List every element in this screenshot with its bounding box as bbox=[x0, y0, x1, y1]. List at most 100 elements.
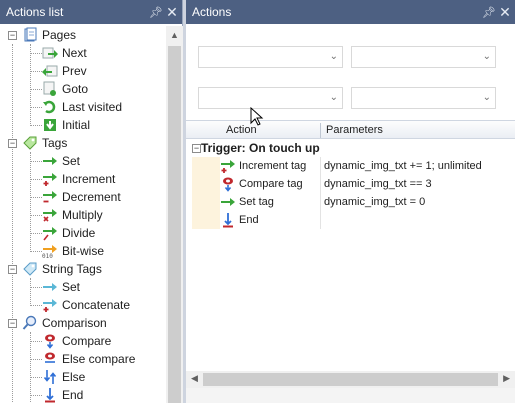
tree-item-label: End bbox=[62, 388, 84, 402]
goto-page-icon bbox=[42, 81, 58, 97]
scroll-up-icon[interactable]: ▲ bbox=[170, 30, 179, 40]
tree-item-concatenate[interactable]: Concatenate bbox=[42, 296, 130, 314]
tree-item-initial[interactable]: Initial bbox=[42, 116, 90, 134]
tree-item-next[interactable]: Next bbox=[42, 44, 87, 62]
tree-item-label: Initial bbox=[62, 118, 91, 132]
pin-icon[interactable]: 📌︎ bbox=[481, 6, 497, 19]
tree-item-string-set[interactable]: Set bbox=[42, 278, 80, 296]
trigger-row[interactable]: − Trigger: On touch up bbox=[186, 139, 515, 157]
tree-item-else-compare[interactable]: Else compare bbox=[42, 350, 135, 368]
filter-area: ⌄ ⌄ ⌄ ⌄ bbox=[186, 24, 515, 120]
tree-item-end[interactable]: End bbox=[42, 386, 83, 403]
set-arrow-icon bbox=[42, 153, 58, 169]
tree-group-label: Comparison bbox=[42, 316, 107, 330]
tree-item-label: Divide bbox=[62, 226, 96, 240]
tree-item-label: Else compare bbox=[62, 352, 136, 366]
tree-item-label: Else bbox=[62, 370, 86, 384]
string-tag-icon bbox=[22, 261, 38, 277]
set-arrow-icon bbox=[220, 194, 236, 210]
tree-item-increment[interactable]: Increment bbox=[42, 170, 115, 188]
tree-item-tag-set[interactable]: Set bbox=[42, 152, 80, 170]
last-visited-icon bbox=[42, 99, 58, 115]
multiply-icon bbox=[42, 207, 58, 223]
pages-icon bbox=[22, 27, 38, 43]
string-set-icon bbox=[42, 279, 58, 295]
scroll-left-icon[interactable]: ◀ bbox=[191, 373, 198, 384]
tree-item-bitwise[interactable]: 010 Bit-wise bbox=[42, 242, 104, 260]
close-icon[interactable]: ✕ bbox=[497, 4, 513, 21]
scroll-thumb[interactable] bbox=[203, 373, 498, 386]
trigger-expander[interactable]: − bbox=[192, 143, 201, 153]
filter-combo-1[interactable]: ⌄ bbox=[198, 46, 343, 68]
tree-scrollbar[interactable]: ▲ bbox=[166, 26, 183, 403]
tree-item-label: Last visited bbox=[62, 100, 123, 114]
end-icon bbox=[220, 212, 236, 228]
else-icon bbox=[42, 369, 58, 385]
action-row-compare[interactable]: Compare tag dynamic_img_txt == 3 bbox=[220, 175, 515, 193]
compare-icon bbox=[42, 333, 58, 349]
action-params: dynamic_img_txt += 1; unlimited bbox=[324, 160, 482, 172]
pages-expander[interactable]: − bbox=[8, 31, 17, 40]
concatenate-icon bbox=[42, 297, 58, 313]
divide-icon bbox=[42, 225, 58, 241]
tags-expander[interactable]: − bbox=[8, 139, 17, 148]
actions-title-bar: Actions 📌︎ ✕ bbox=[186, 0, 515, 24]
filter-combo-3[interactable]: ⌄ bbox=[198, 87, 343, 109]
tree-item-compare[interactable]: Compare bbox=[42, 332, 111, 350]
close-icon[interactable]: ✕ bbox=[164, 4, 180, 21]
tree-item-last-visited[interactable]: Last visited bbox=[42, 98, 122, 116]
tree-item-label: Goto bbox=[62, 82, 89, 96]
bottom-strip bbox=[186, 388, 515, 403]
tree-item-else[interactable]: Else bbox=[42, 368, 85, 386]
string-tags-expander[interactable]: − bbox=[8, 265, 17, 274]
tree-item-divide[interactable]: Divide bbox=[42, 224, 95, 242]
actions-tree: − Pages Next Prev Goto Last visited Init… bbox=[0, 26, 166, 403]
decrement-icon bbox=[42, 189, 58, 205]
chevron-down-icon: ⌄ bbox=[482, 92, 491, 103]
column-header-parameters[interactable]: Parameters bbox=[326, 124, 383, 136]
tree-group-string-tags[interactable]: String Tags bbox=[22, 260, 102, 278]
actions-panel: Actions 📌︎ ✕ ⌄ ⌄ ⌄ ⌄ Action Parameters −… bbox=[186, 0, 515, 403]
tree-item-decrement[interactable]: Decrement bbox=[42, 188, 121, 206]
scroll-right-icon[interactable]: ▶ bbox=[503, 373, 510, 384]
tree-item-label: Multiply bbox=[62, 208, 103, 222]
chevron-down-icon: ⌄ bbox=[482, 51, 491, 62]
tree-item-label: Increment bbox=[62, 172, 116, 186]
else-compare-icon bbox=[42, 351, 58, 367]
tree-group-comparison[interactable]: Comparison bbox=[22, 314, 107, 332]
grid-horizontal-scrollbar[interactable]: ◀ ▶ bbox=[186, 371, 515, 388]
comparison-expander[interactable]: − bbox=[8, 319, 17, 328]
increment-icon bbox=[220, 158, 236, 174]
end-icon bbox=[42, 387, 58, 403]
trigger-label: Trigger: On touch up bbox=[201, 141, 320, 155]
bitwise-icon: 010 bbox=[42, 243, 58, 260]
tree-item-label: Next bbox=[62, 46, 87, 60]
actions-title: Actions bbox=[192, 5, 232, 19]
tree-item-label: Prev bbox=[62, 64, 87, 78]
tree-group-pages[interactable]: Pages bbox=[22, 26, 76, 44]
action-row-end[interactable]: End bbox=[220, 211, 515, 229]
tree-item-prev[interactable]: Prev bbox=[42, 62, 87, 80]
compare-icon bbox=[220, 176, 236, 192]
mouse-cursor-icon bbox=[250, 106, 264, 130]
pin-icon[interactable]: 📌︎ bbox=[148, 6, 164, 19]
action-row-set[interactable]: Set tag dynamic_img_txt = 0 bbox=[220, 193, 515, 211]
increment-icon bbox=[42, 171, 58, 187]
tree-item-goto[interactable]: Goto bbox=[42, 80, 88, 98]
grid-header: Action Parameters bbox=[186, 120, 515, 139]
tag-icon bbox=[22, 135, 38, 151]
actions-list-panel: Actions list 📌︎ ✕ − Pages Next Prev Goto… bbox=[0, 0, 183, 403]
svg-text:010: 010 bbox=[42, 253, 53, 259]
tree-group-tags[interactable]: Tags bbox=[22, 134, 67, 152]
next-page-icon bbox=[42, 45, 58, 61]
action-row-increment[interactable]: Increment tag dynamic_img_txt += 1; unli… bbox=[220, 157, 515, 175]
tree-item-label: Set bbox=[62, 280, 81, 294]
filter-combo-2[interactable]: ⌄ bbox=[351, 46, 496, 68]
initial-page-icon bbox=[42, 117, 58, 133]
tree-group-label: Pages bbox=[42, 28, 77, 42]
prev-page-icon bbox=[42, 63, 58, 79]
tree-item-multiply[interactable]: Multiply bbox=[42, 206, 103, 224]
scroll-thumb[interactable] bbox=[168, 46, 181, 403]
comparison-icon bbox=[22, 315, 38, 331]
filter-combo-4[interactable]: ⌄ bbox=[351, 87, 496, 109]
